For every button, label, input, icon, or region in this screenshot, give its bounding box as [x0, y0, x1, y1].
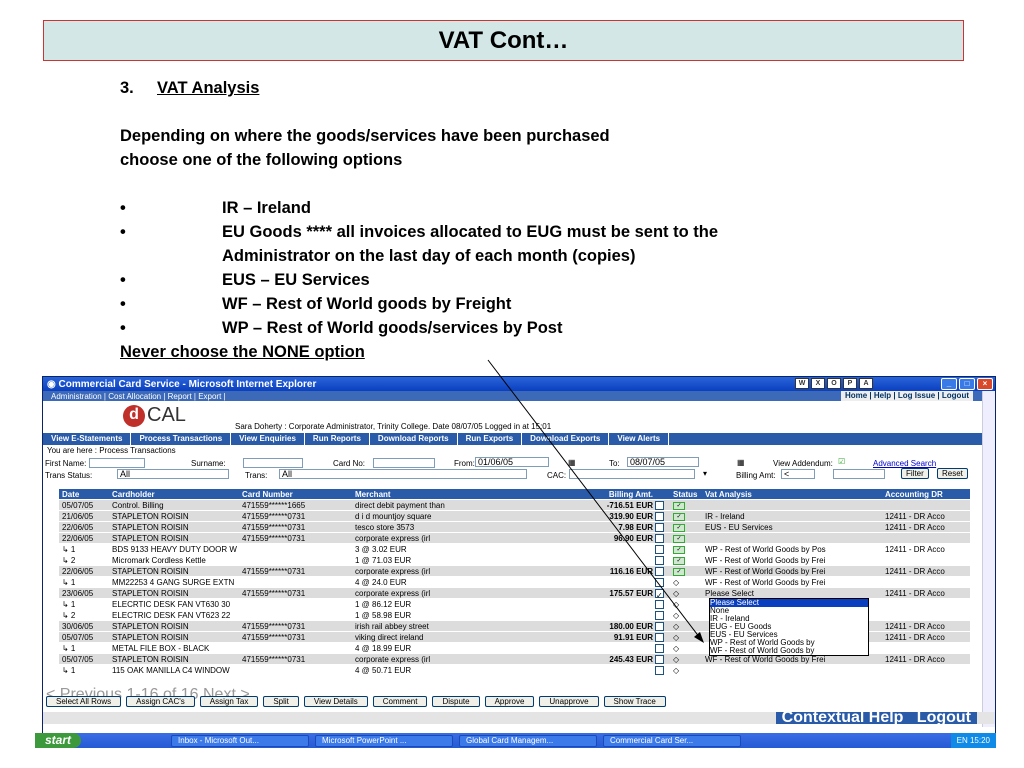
arrow-head [694, 632, 704, 643]
annotation-arrow [487, 359, 704, 643]
arrow-line [487, 359, 701, 639]
